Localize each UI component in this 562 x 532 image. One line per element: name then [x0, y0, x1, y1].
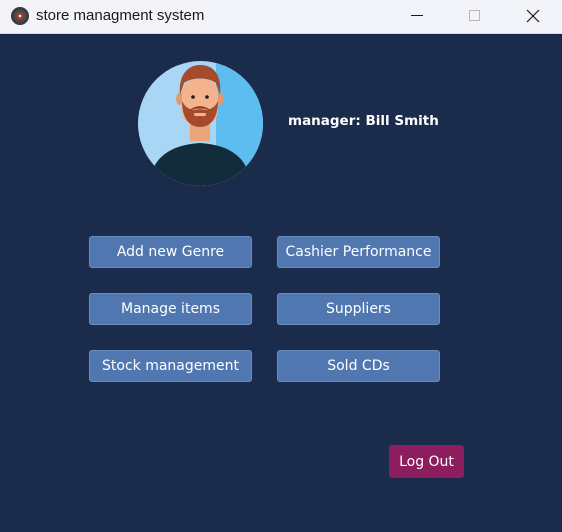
manage-items-button[interactable]: Manage items [89, 293, 252, 325]
minimize-button[interactable] [394, 0, 440, 33]
add-new-genre-button[interactable]: Add new Genre [89, 236, 252, 268]
main-panel: manager: Bill Smith Add new Genre Cashie… [0, 34, 562, 532]
window-title: store managment system [36, 7, 205, 24]
app-window: store managment system manager: Bill Smi… [0, 0, 562, 532]
manager-avatar [138, 61, 263, 186]
cashier-performance-button[interactable]: Cashier Performance [277, 236, 440, 268]
maximize-button[interactable] [452, 0, 498, 33]
close-icon [526, 9, 540, 23]
suppliers-button[interactable]: Suppliers [277, 293, 440, 325]
manager-name-label: manager: Bill Smith [288, 113, 439, 129]
cd-disc-icon [10, 6, 30, 26]
log-out-button[interactable]: Log Out [389, 445, 464, 478]
title-bar[interactable]: store managment system [0, 0, 562, 34]
stock-management-button[interactable]: Stock management [89, 350, 252, 382]
close-button[interactable] [510, 0, 556, 33]
minimize-icon [411, 15, 423, 16]
sold-cds-button[interactable]: Sold CDs [277, 350, 440, 382]
maximize-icon [469, 10, 480, 21]
